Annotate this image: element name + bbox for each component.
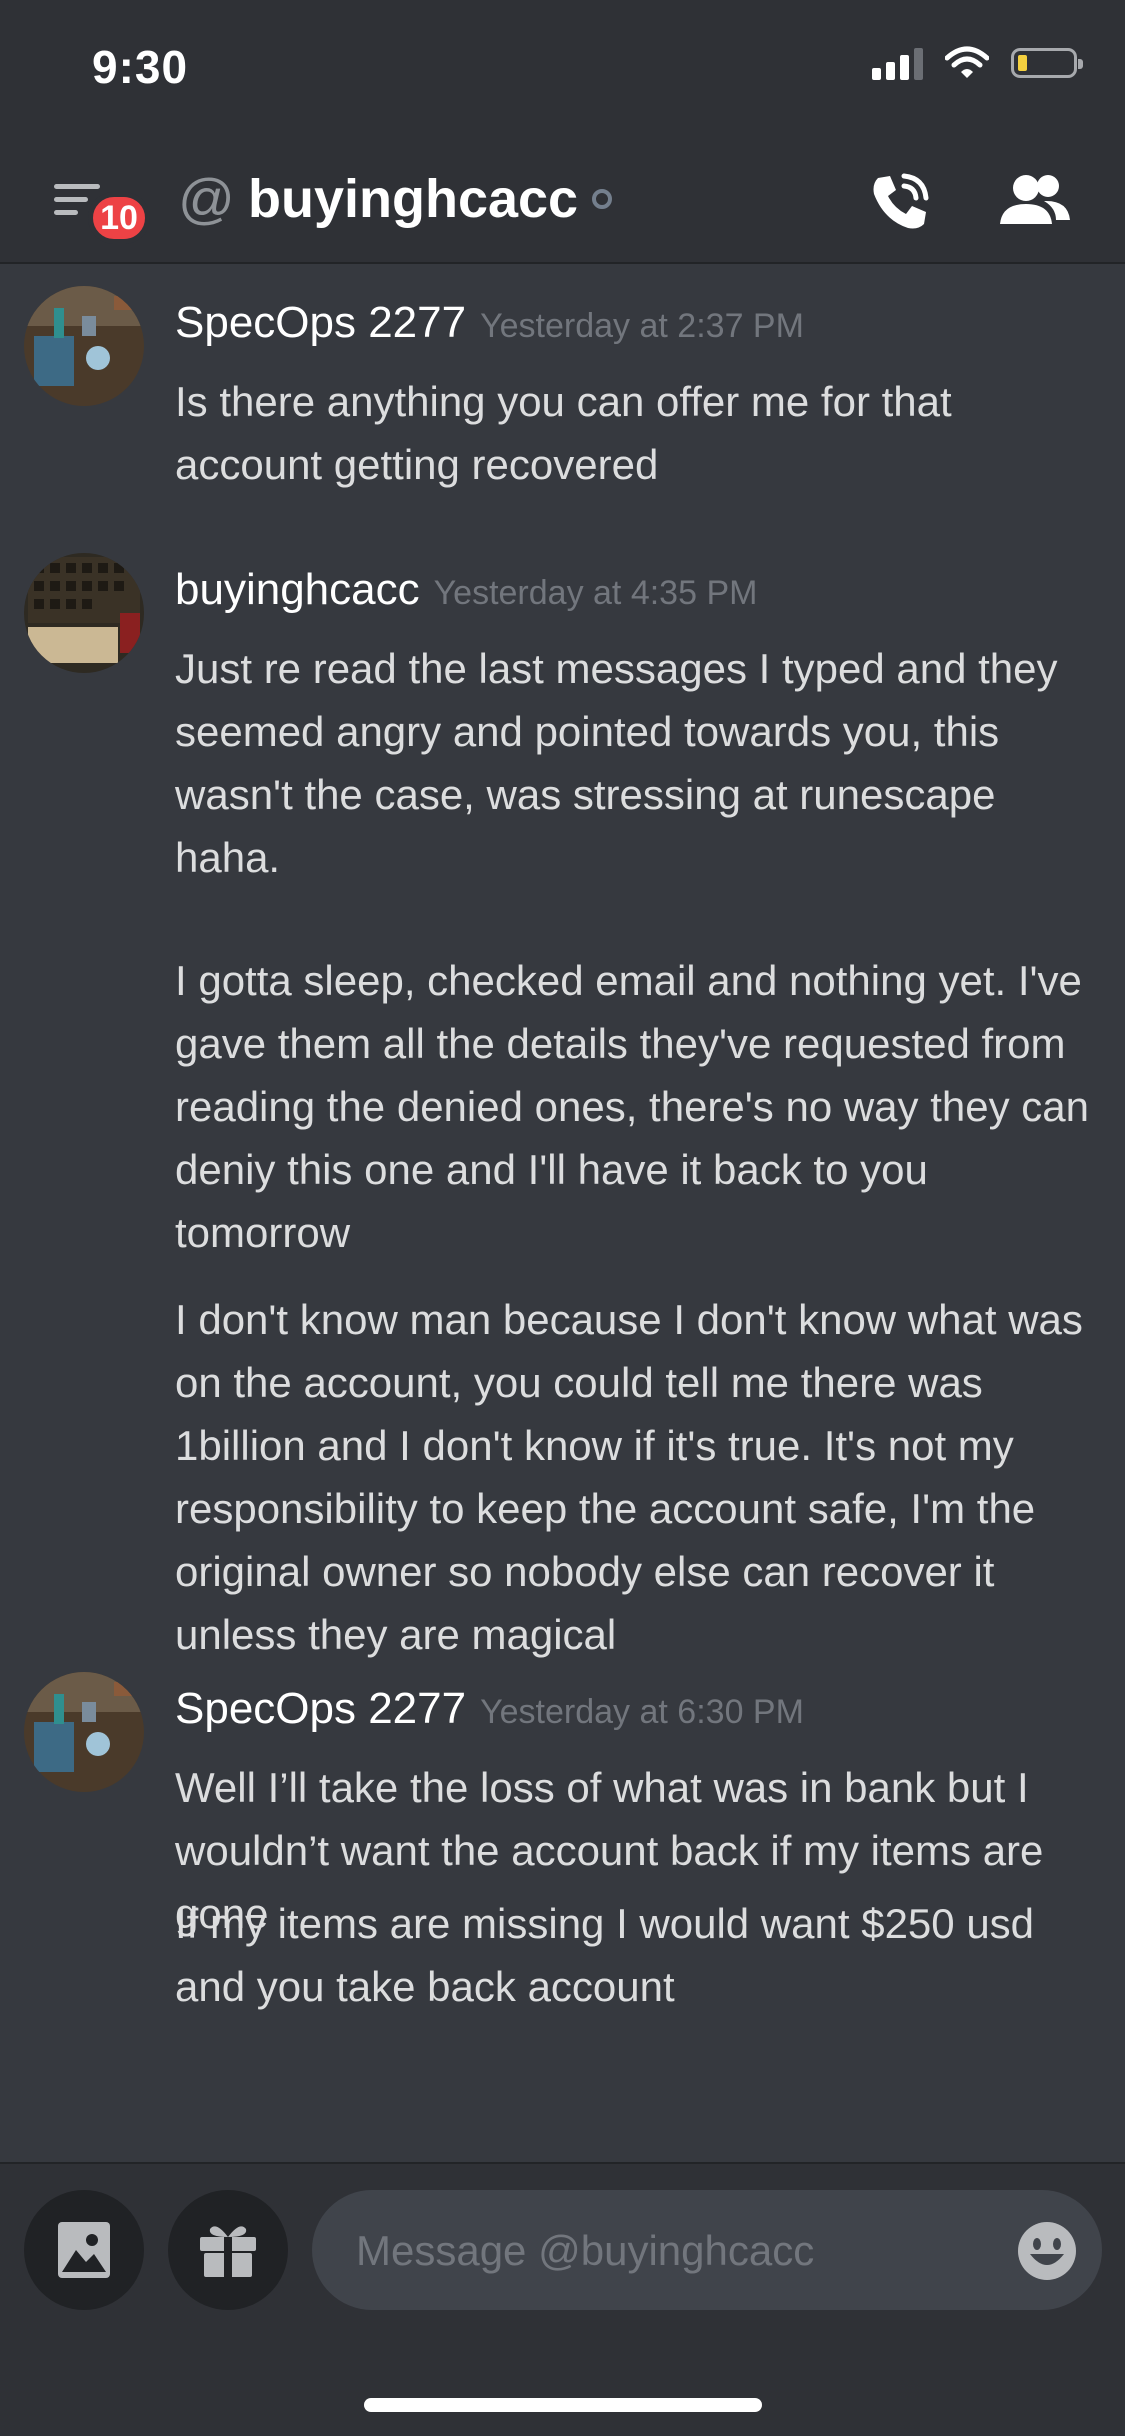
home-indicator[interactable] — [364, 2398, 762, 2412]
message-text: Is there anything you can offer me for t… — [175, 378, 952, 488]
message-text: If my items are missing I would want $25… — [175, 1900, 1035, 2010]
message-author[interactable]: buyinghcacc Yesterday at 4:35 PM — [175, 565, 757, 615]
channel-title[interactable]: buyinghcacc — [248, 168, 613, 230]
message-input[interactable] — [354, 2190, 958, 2312]
gift-icon — [200, 2226, 256, 2277]
message-list[interactable]: SpecOps 2277 Yesterday at 2:37 PM Is ther… — [0, 264, 1125, 2164]
at-icon: @ — [178, 167, 235, 230]
message-author[interactable]: SpecOps 2277 Yesterday at 2:37 PM — [175, 298, 804, 348]
clock: 9:30 — [92, 41, 189, 93]
message-timestamp: Yesterday at 6:30 PM — [480, 1693, 804, 1731]
offline-status-icon — [592, 188, 613, 209]
message-timestamp: Yesterday at 2:37 PM — [480, 307, 804, 345]
gift-button[interactable] — [168, 2190, 288, 2310]
battery-low-icon — [1011, 48, 1083, 78]
emoji-icon[interactable] — [1016, 2220, 1078, 2282]
message-text: I don't know man because I don't know wh… — [175, 1296, 1083, 1658]
cellular-signal-icon — [872, 46, 923, 80]
image-upload-icon — [58, 2222, 110, 2278]
message-text: I gotta sleep, checked email and nothing… — [175, 957, 1089, 1256]
status-icons — [872, 46, 1083, 80]
start-voice-call-icon[interactable] — [868, 170, 932, 234]
message-input-field[interactable] — [312, 2190, 1102, 2312]
members-icon[interactable] — [996, 170, 1072, 234]
channel-name: buyinghcacc — [248, 169, 579, 229]
avatar[interactable] — [24, 1672, 144, 1792]
author-name: SpecOps 2277 — [175, 298, 467, 347]
image-upload-button[interactable] — [24, 2190, 144, 2310]
avatar[interactable] — [24, 286, 144, 406]
status-bar: 9:30 — [0, 0, 1125, 140]
unread-badge: 10 — [88, 192, 150, 244]
author-name: SpecOps 2277 — [175, 1684, 467, 1733]
message-author[interactable]: SpecOps 2277 Yesterday at 6:30 PM — [175, 1684, 804, 1734]
avatar[interactable] — [24, 553, 144, 673]
author-name: buyinghcacc — [175, 565, 420, 614]
message-text: Just re read the last messages I typed a… — [175, 645, 1058, 881]
message-timestamp: Yesterday at 4:35 PM — [433, 574, 758, 612]
wifi-icon — [945, 46, 989, 78]
